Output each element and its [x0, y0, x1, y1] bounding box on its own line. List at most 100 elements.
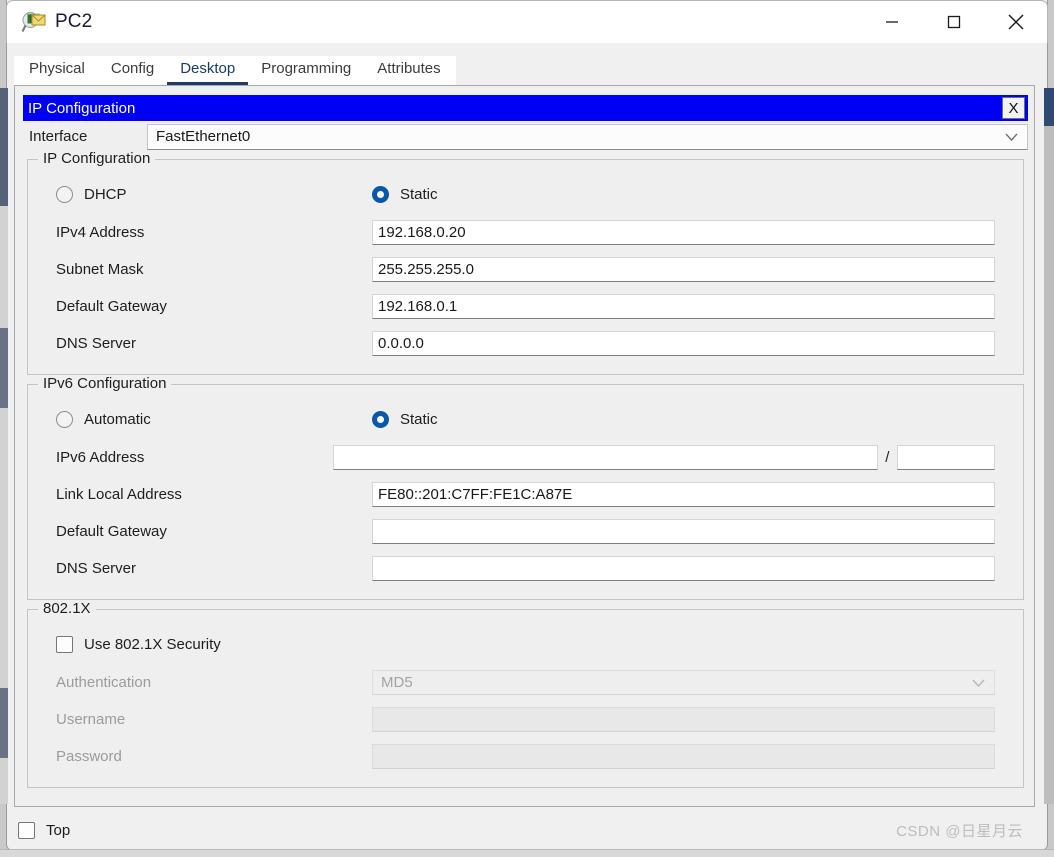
ipv4-configuration-group: IP Configuration DHCP Static IPv4 Addres… [27, 159, 1024, 375]
ipv4-dns-server-row: DNS Server 0.0.0.0 [42, 325, 1009, 362]
ipv4-address-row: IPv4 Address 192.168.0.20 [42, 214, 1009, 251]
ipv6-default-gateway-row: Default Gateway [42, 513, 1009, 550]
tab-physical-label: Physical [29, 60, 85, 77]
link-local-address-label: Link Local Address [42, 486, 372, 503]
tab-attributes-label: Attributes [377, 60, 440, 77]
watermark-text: CSDN @日星月云 [896, 820, 1023, 841]
tab-programming[interactable]: Programming [248, 56, 364, 85]
authentication-label: Authentication [42, 674, 372, 691]
minimize-button[interactable] [861, 1, 923, 43]
radio-ipv6-automatic-label: Automatic [84, 411, 151, 428]
ipv4-mode-row: DHCP Static [42, 174, 1009, 214]
ipv6-prefix-separator: / [878, 449, 897, 466]
username-label: Username [42, 711, 372, 728]
chevron-down-icon [1005, 128, 1018, 145]
right-vertical-scrollbar[interactable] [1044, 88, 1054, 804]
ip-configuration-close-icon[interactable]: X [1002, 97, 1025, 119]
ipv4-dns-server-input[interactable]: 0.0.0.0 [372, 331, 995, 356]
window-bottom-bar: Top CSDN @日星月云 [14, 812, 1035, 848]
ip-configuration-dialog: IP Configuration X Interface FastEtherne… [23, 95, 1028, 785]
tab-physical[interactable]: Physical [16, 56, 98, 85]
top-checkbox[interactable] [18, 822, 35, 839]
use-dot1x-security-row[interactable]: Use 802.1X Security [42, 624, 1009, 664]
ipv4-address-label: IPv4 Address [42, 224, 372, 241]
maximize-button[interactable] [923, 1, 985, 43]
radio-ipv6-static-label: Static [400, 411, 438, 428]
close-button[interactable] [985, 1, 1047, 43]
tab-desktop[interactable]: Desktop [167, 56, 248, 85]
ipv4-dns-server-label: DNS Server [42, 335, 372, 352]
window-title: PC2 [55, 11, 92, 33]
username-input[interactable] [372, 707, 995, 732]
ipv6-default-gateway-label: Default Gateway [42, 523, 372, 540]
scrollbar-thumb-tertiary[interactable] [0, 688, 8, 758]
taskbar-sliver [0, 849, 1054, 857]
tab-programming-label: Programming [261, 60, 351, 77]
ipv4-default-gateway-label: Default Gateway [42, 298, 372, 315]
dot1x-group-legend: 802.1X [38, 600, 96, 617]
ipv6-configuration-group: IPv6 Configuration Automatic Static IPv6… [27, 384, 1024, 600]
password-label: Password [42, 748, 372, 765]
scrollbar-thumb[interactable] [0, 88, 8, 206]
ipv6-address-row: IPv6 Address / [42, 439, 1009, 476]
window-controls [861, 1, 1047, 44]
ipv6-dns-server-input[interactable] [372, 556, 995, 581]
radio-ipv6-automatic-indicator [56, 411, 73, 428]
radio-ipv4-static[interactable]: Static [372, 186, 438, 203]
ipv6-prefix-length-input[interactable] [897, 445, 995, 470]
tab-desktop-label: Desktop [180, 60, 235, 77]
packet-tracer-pc-icon [21, 9, 47, 35]
subnet-mask-input[interactable]: 255.255.255.0 [372, 257, 995, 282]
link-local-address-input[interactable]: FE80::201:C7FF:FE1C:A87E [372, 482, 995, 507]
tab-config-label: Config [111, 60, 154, 77]
radio-ipv6-static-indicator [372, 411, 389, 428]
password-input[interactable] [372, 744, 995, 769]
outer-vertical-scrollbar[interactable] [0, 88, 8, 804]
ipv4-address-input[interactable]: 192.168.0.20 [372, 220, 995, 245]
chevron-down-icon [972, 674, 985, 691]
use-dot1x-security-label: Use 802.1X Security [84, 636, 221, 653]
radio-ipv4-static-label: Static [400, 186, 438, 203]
interface-select[interactable]: FastEthernet0 [147, 124, 1028, 150]
top-checkbox-label: Top [46, 822, 70, 839]
ipv4-group-legend: IP Configuration [38, 150, 155, 167]
desktop-content-panel: IP Configuration X Interface FastEtherne… [14, 85, 1035, 807]
radio-ipv6-automatic[interactable]: Automatic [42, 411, 372, 428]
link-local-address-row: Link Local Address FE80::201:C7FF:FE1C:A… [42, 476, 1009, 513]
radio-ipv6-static[interactable]: Static [372, 411, 438, 428]
ipv6-dns-server-label: DNS Server [42, 560, 372, 577]
tab-attributes[interactable]: Attributes [364, 56, 453, 85]
title-bar: PC2 [6, 0, 1048, 43]
subnet-mask-row: Subnet Mask 255.255.255.0 [42, 251, 1009, 288]
tab-config[interactable]: Config [98, 56, 167, 85]
subnet-mask-label: Subnet Mask [42, 261, 372, 278]
radio-ipv4-static-indicator [372, 186, 389, 203]
radio-dhcp[interactable]: DHCP [42, 186, 372, 203]
right-scrollbar-thumb[interactable] [1044, 88, 1054, 126]
device-tabs: Physical Config Desktop Programming Attr… [14, 56, 456, 85]
authentication-value: MD5 [381, 674, 413, 691]
ipv6-address-input[interactable] [333, 445, 878, 470]
ip-configuration-title: IP Configuration [28, 100, 135, 117]
interface-value: FastEthernet0 [156, 128, 250, 145]
radio-dhcp-label: DHCP [84, 186, 127, 203]
ip-configuration-title-bar: IP Configuration X [23, 95, 1028, 121]
use-dot1x-security-checkbox[interactable] [56, 636, 73, 653]
interface-label: Interface [23, 128, 147, 145]
password-row: Password [42, 738, 1009, 775]
ipv6-address-label: IPv6 Address [42, 449, 333, 466]
authentication-row: Authentication MD5 [42, 664, 1009, 701]
ipv4-default-gateway-input[interactable]: 192.168.0.1 [372, 294, 995, 319]
username-row: Username [42, 701, 1009, 738]
pc2-window: PC2 Physical [0, 0, 1054, 857]
ipv6-group-legend: IPv6 Configuration [38, 375, 171, 392]
ipv6-mode-row: Automatic Static [42, 399, 1009, 439]
interface-row: Interface FastEthernet0 [23, 123, 1028, 150]
ipv6-dns-server-row: DNS Server [42, 550, 1009, 587]
top-checkbox-row[interactable]: Top [14, 822, 70, 839]
ipv6-default-gateway-input[interactable] [372, 519, 995, 544]
authentication-select[interactable]: MD5 [372, 670, 995, 695]
radio-dhcp-indicator [56, 186, 73, 203]
ipv4-default-gateway-row: Default Gateway 192.168.0.1 [42, 288, 1009, 325]
scrollbar-thumb-secondary[interactable] [0, 328, 8, 408]
